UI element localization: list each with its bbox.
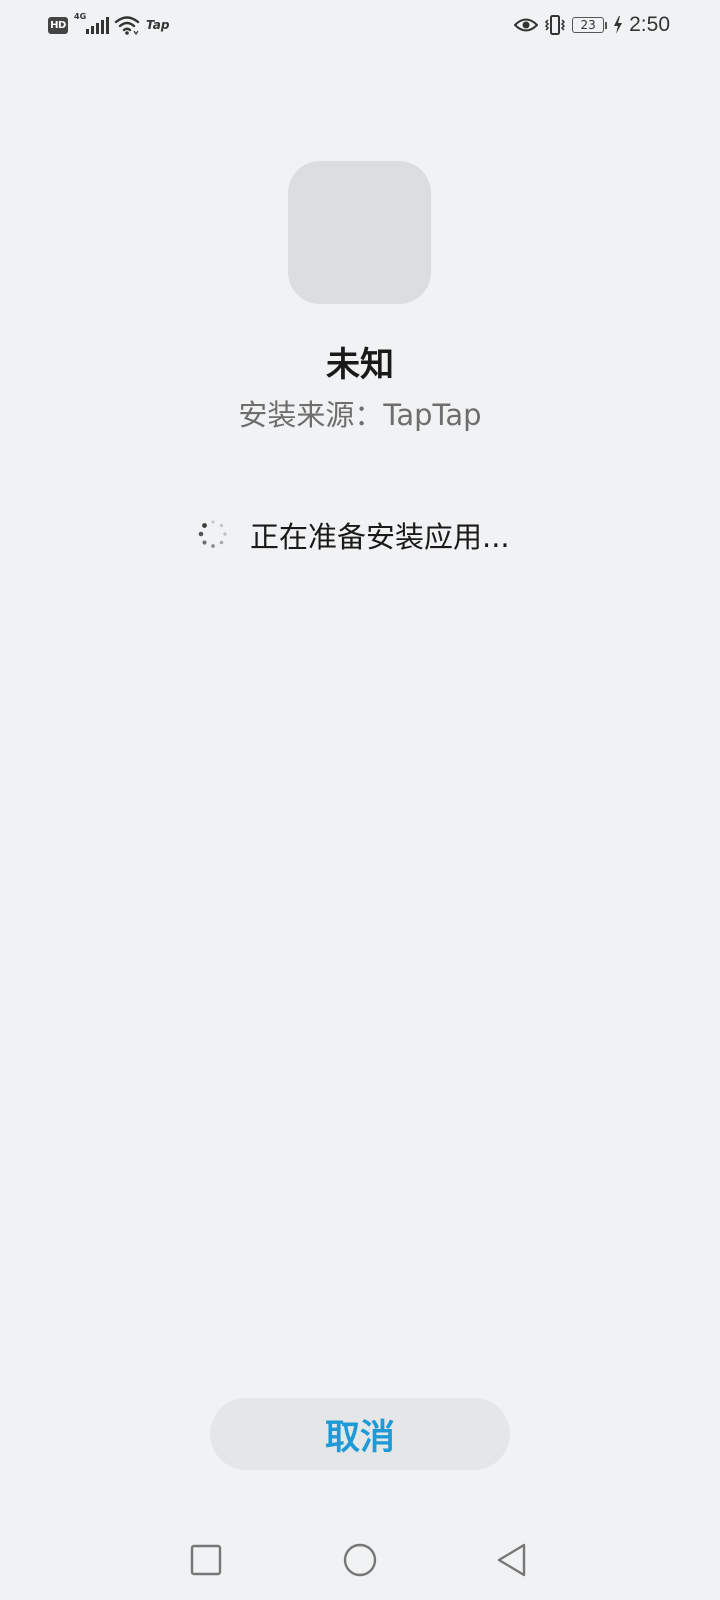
eye-icon [514, 18, 539, 32]
back-button[interactable] [490, 1538, 534, 1582]
cancel-button[interactable]: 取消 [210, 1398, 510, 1470]
wifi-icon [114, 16, 140, 36]
hd-icon: HD [48, 16, 68, 34]
recent-apps-icon [190, 1544, 222, 1576]
battery-icon: 23 [572, 17, 608, 33]
app-icon-placeholder [288, 161, 431, 304]
spinner-icon [198, 520, 227, 548]
progress-row: 正在准备安装应用... [196, 510, 510, 560]
back-icon [497, 1543, 526, 1577]
signal-icon: 4G [74, 12, 109, 36]
navigation-bar [0, 1520, 720, 1600]
clock: 2:50 [629, 13, 670, 36]
home-button[interactable] [338, 1538, 382, 1582]
home-icon [343, 1543, 377, 1577]
battery-level: 23 [572, 17, 605, 33]
installer-screen: HD 4G Tap 23 2:50 未知 安装来源：TapTap 正在准备安装应… [0, 0, 720, 1600]
vibrate-icon [545, 15, 566, 35]
charging-icon [614, 16, 623, 34]
app-name: 未知 [326, 345, 394, 385]
progress-message: 正在准备安装应用... [250, 520, 510, 554]
install-source: 安装来源：TapTap [238, 398, 482, 432]
network-type-label: 4G [74, 12, 87, 21]
recent-apps-button[interactable] [184, 1538, 228, 1582]
carrier-label: Tap [146, 18, 170, 32]
status-right: 23 2:50 [514, 11, 670, 39]
status-bar: HD 4G Tap 23 2:50 [0, 0, 720, 50]
status-left: HD 4G Tap [48, 12, 169, 38]
